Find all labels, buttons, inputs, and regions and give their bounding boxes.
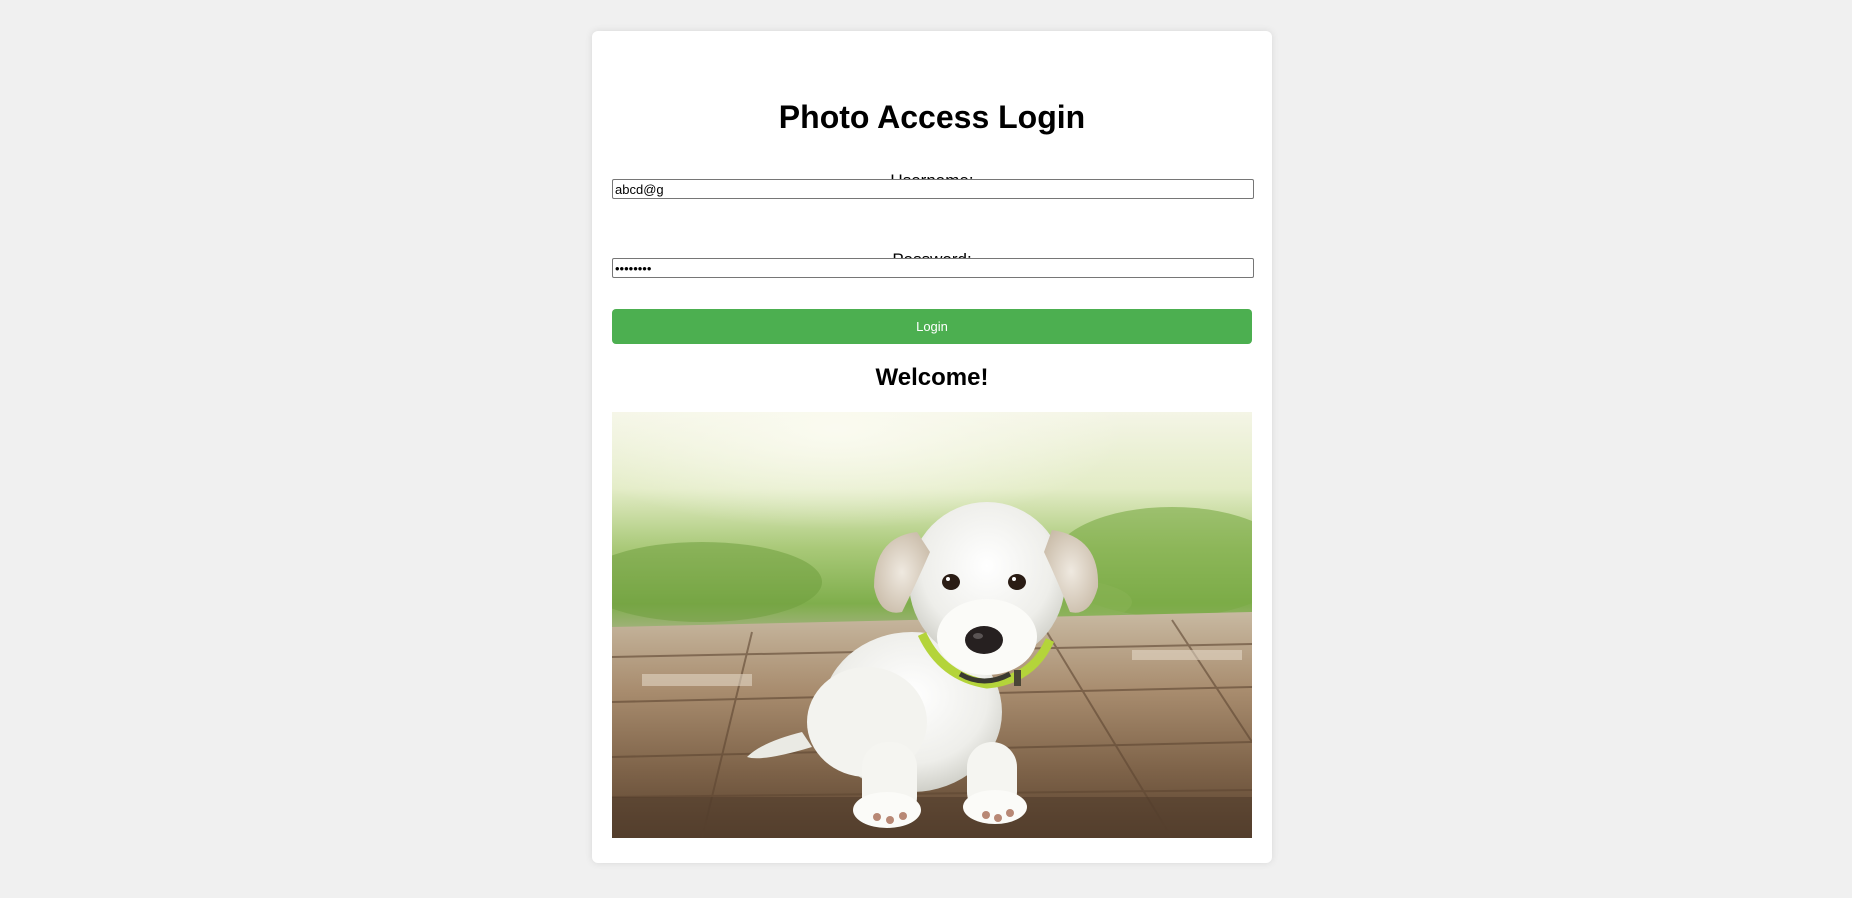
login-button[interactable]: Login [612,309,1252,344]
welcome-heading: Welcome! [875,364,989,391]
password-input[interactable] [612,258,1254,278]
page-title: Photo Access Login [778,99,1086,135]
username-input[interactable] [612,179,1254,199]
puppy-photo [612,412,1252,838]
login-card: Photo Access Login Username: Password: L… [592,31,1272,863]
